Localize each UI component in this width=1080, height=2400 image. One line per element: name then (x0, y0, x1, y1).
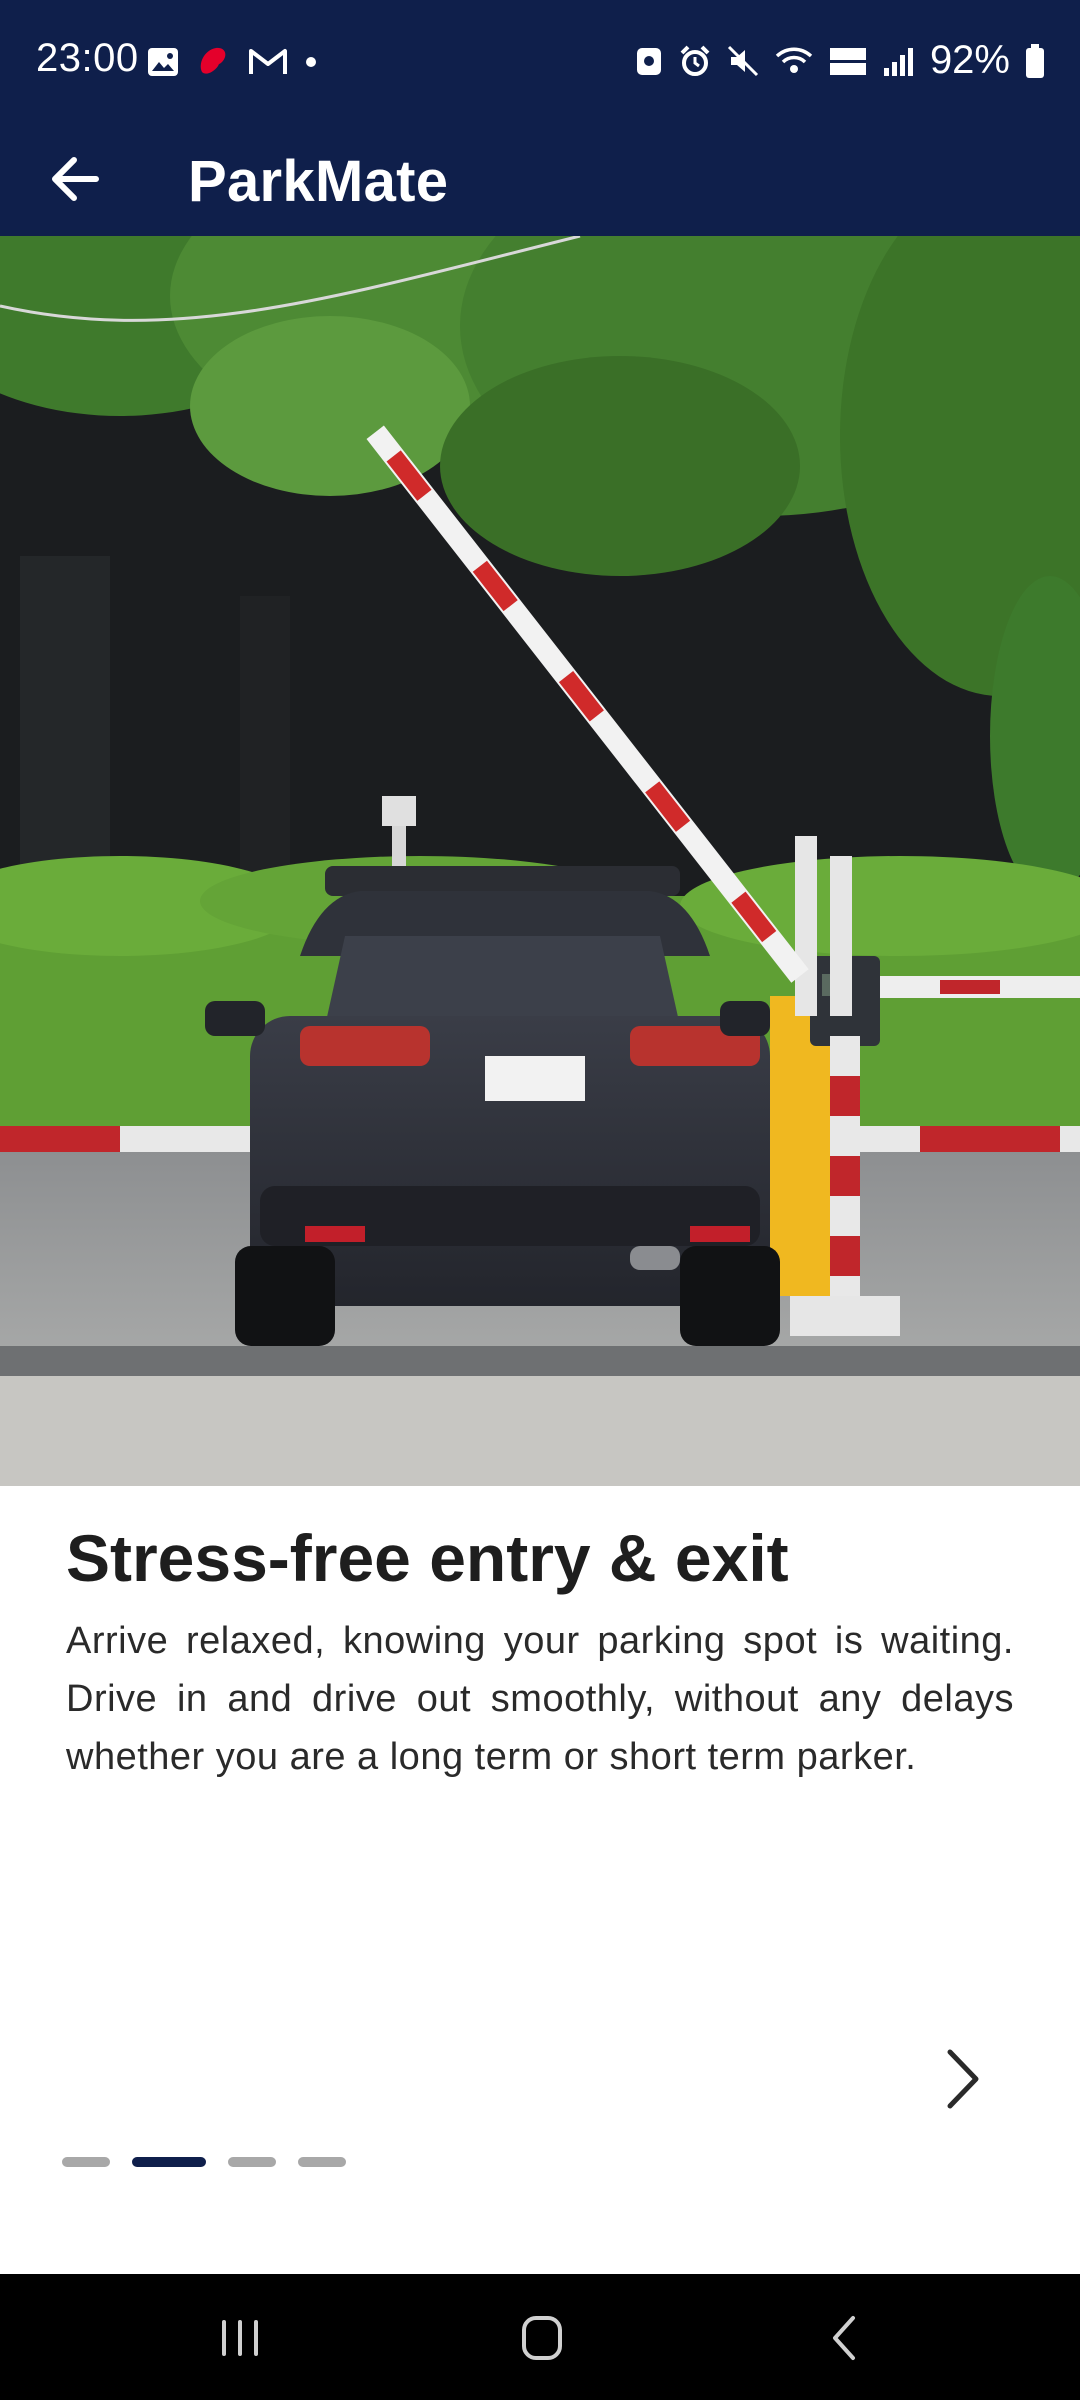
page-indicator-dot[interactable] (62, 2157, 110, 2167)
back-icon[interactable] (805, 2306, 885, 2370)
app-bar: ParkMate (0, 122, 1080, 236)
battery-percentage: 92% (929, 38, 1010, 82)
hero-illustration (0, 236, 1080, 1486)
status-right-icons: 92% (634, 38, 1046, 83)
back-arrow-icon[interactable] (42, 146, 108, 212)
signal-icon (883, 47, 913, 76)
notification-dot-icon (306, 57, 316, 67)
page-indicator-dot[interactable] (298, 2157, 346, 2167)
gmail-icon (249, 49, 287, 74)
battery-icon (1026, 43, 1044, 78)
hero-image (0, 236, 1080, 1486)
wifi-icon (775, 47, 813, 73)
mute-icon (727, 45, 758, 76)
nfc-lock-icon (636, 47, 661, 75)
page-indicator-dot[interactable] (228, 2157, 276, 2167)
airtel-icon (200, 47, 226, 74)
system-nav-bar (0, 2274, 1080, 2400)
status-bar: 23:00 92% (0, 0, 1080, 122)
app-title: ParkMate (188, 149, 449, 214)
volte-icon (829, 47, 866, 75)
page-indicator-dot-active[interactable] (132, 2157, 206, 2167)
alarm-icon (680, 45, 710, 76)
onboarding-description: Arrive relaxed, knowing your parking spo… (66, 1620, 1014, 1778)
home-icon[interactable] (502, 2306, 582, 2370)
status-left-icons (146, 42, 320, 82)
page-indicator (62, 2157, 346, 2167)
onboarding-headline: Stress-free entry & exit (66, 1521, 789, 1595)
gallery-icon (148, 48, 178, 76)
chevron-right-icon[interactable] (930, 2044, 994, 2114)
recents-icon[interactable] (200, 2306, 280, 2370)
status-time: 23:00 (36, 36, 139, 80)
